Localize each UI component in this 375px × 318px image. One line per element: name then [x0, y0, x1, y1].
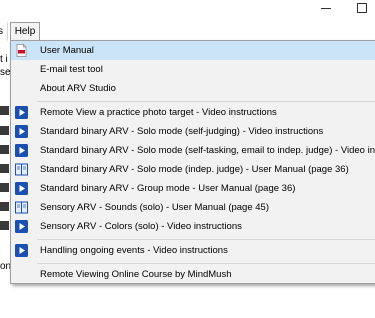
menu-item-sensory-colors-video[interactable]: Sensory ARV - Colors (solo) - Video inst… — [11, 217, 375, 236]
help-menu[interactable]: Help — [10, 22, 40, 41]
menu-item-online-course[interactable]: Remote Viewing Online Course by MindMush — [11, 265, 375, 284]
menu-item-label: User Manual — [40, 45, 94, 56]
background-video-icon — [0, 221, 9, 230]
background-text-fragment: on — [0, 261, 10, 272]
menu-item-label: Sensory ARV - Sounds (solo) - User Manua… — [40, 202, 269, 213]
menu-item-user-manual[interactable]: User Manual — [11, 41, 375, 60]
menu-item-label: Standard binary ARV - Solo mode (indep. … — [40, 164, 349, 175]
minimize-icon[interactable] — [321, 8, 331, 10]
menu-item-label: Standard binary ARV - Solo mode (self-ta… — [40, 145, 375, 156]
menu-item-label: Handling ongoing events - Video instruct… — [40, 245, 228, 256]
background-video-icon — [0, 183, 9, 192]
background-video-icon — [0, 126, 9, 135]
menu-separator — [37, 239, 375, 240]
menu-item-sensory-sounds-manual[interactable]: Sensory ARV - Sounds (solo) - User Manua… — [11, 198, 375, 217]
maximize-icon[interactable] — [357, 3, 367, 13]
pdf-icon — [16, 44, 27, 57]
play-video-icon — [15, 220, 28, 233]
menu-item-label: Sensory ARV - Colors (solo) - Video inst… — [40, 221, 242, 232]
background-video-icon — [0, 145, 9, 154]
book-icon — [15, 201, 28, 214]
menu-item-label: About ARV Studio — [40, 83, 116, 94]
menu-item-group-mode-manual[interactable]: Standard binary ARV - Group mode - User … — [11, 179, 375, 198]
menu-item-label: E-mail test tool — [40, 64, 103, 75]
menu-item-solo-self-tasking-video[interactable]: Standard binary ARV - Solo mode (self-ta… — [11, 141, 375, 160]
menu-separator — [37, 101, 375, 102]
previous-menu-fragment[interactable]: s — [0, 22, 6, 41]
help-dropdown-menu: User Manual E-mail test tool About ARV S… — [10, 40, 375, 284]
menu-item-label: Remote Viewing Online Course by MindMush — [40, 269, 232, 280]
play-video-icon — [15, 144, 28, 157]
background-text-fragment: t i — [0, 54, 8, 65]
menu-item-email-test-tool[interactable]: E-mail test tool — [11, 60, 375, 79]
menu-item-label: Remote View a practice photo target - Vi… — [40, 107, 277, 118]
book-icon — [15, 163, 28, 176]
menu-item-solo-self-judging-video[interactable]: Standard binary ARV - Solo mode (self-ju… — [11, 122, 375, 141]
play-video-icon — [15, 125, 28, 138]
menu-item-about[interactable]: About ARV Studio — [11, 79, 375, 98]
menu-item-ongoing-events-video[interactable]: Handling ongoing events - Video instruct… — [11, 241, 375, 260]
background-video-icon — [0, 106, 9, 115]
menu-item-solo-indep-judge-manual[interactable]: Standard binary ARV - Solo mode (indep. … — [11, 160, 375, 179]
play-video-icon — [15, 182, 28, 195]
menu-item-label: Standard binary ARV - Solo mode (self-ju… — [40, 126, 324, 137]
play-video-icon — [15, 106, 28, 119]
play-video-icon — [15, 244, 28, 257]
background-book-icon — [0, 202, 9, 211]
menu-bar: s Help — [0, 22, 375, 41]
menu-item-label: Standard binary ARV - Group mode - User … — [40, 183, 296, 194]
menu-separator — [7, 22, 8, 41]
background-text-fragment: se — [0, 67, 10, 78]
background-book-icon — [0, 164, 9, 173]
menu-separator — [37, 263, 375, 264]
menu-item-practice-photo-video[interactable]: Remote View a practice photo target - Vi… — [11, 103, 375, 122]
